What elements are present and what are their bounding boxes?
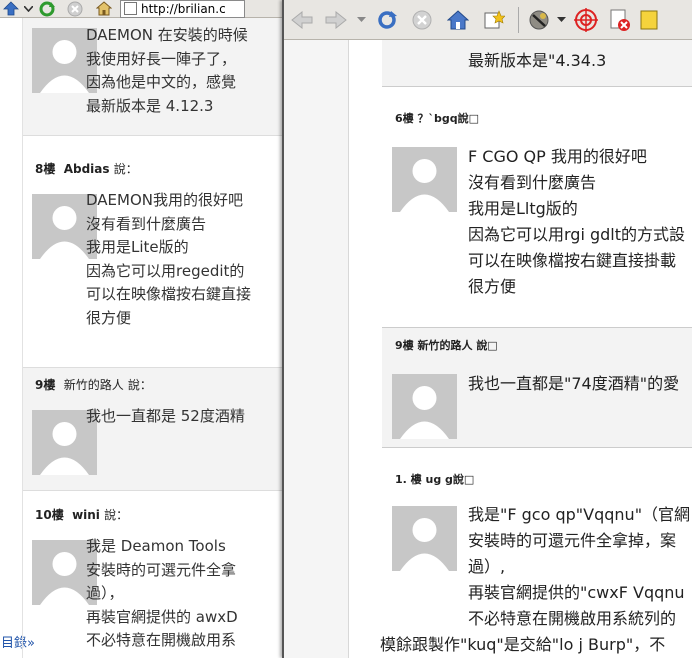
comment-line: 我用是Lltg版的 (468, 199, 578, 218)
says-label: 說： (127, 378, 152, 392)
home-icon[interactable] (440, 0, 476, 39)
comment-author[interactable]: 9樓 新竹的路人 說□ (382, 337, 692, 353)
chevron-down-icon[interactable] (352, 0, 370, 39)
comment-line: 過）, (468, 557, 506, 576)
tools-icon[interactable] (525, 0, 553, 39)
comment-text: 模餘跟製作"kuq"是交給"lo j Burp"，不 (380, 635, 666, 654)
comment-author[interactable]: wini (72, 508, 100, 522)
says-label: 說： (104, 508, 129, 522)
avatar (392, 147, 457, 212)
comment-line: 不必特意在開機啟用系 (86, 631, 237, 649)
floor-number: 10樓 (35, 508, 64, 522)
comment-text: DAEMON我用的很好吧 沒有看到什麼廣告 我用是Lite版的 因為它可以用re… (86, 189, 251, 330)
page-gutter (284, 40, 349, 658)
comment-author[interactable]: 新竹的路人 (64, 378, 124, 392)
comment-line: 再裝官網提供的"cwxF Vqqnu (468, 583, 685, 602)
comment-line: 最新版本是 4.12.3 (86, 96, 214, 115)
comment-text: 我也一直都是"74度酒精"的愛 (468, 371, 679, 397)
comment-line: F CGO QP 我用的很好吧 (468, 147, 647, 166)
avatar (392, 374, 457, 439)
comment-line: 因為它可以用rgi gdlt的方式設 (468, 225, 686, 244)
right-toolbar (284, 0, 692, 40)
comment-line: DAEMON 在安裝的時候 (86, 26, 248, 44)
comment-line: 很方便 (468, 277, 517, 296)
comment-line: 因為他是中文的，感覺 (86, 73, 237, 91)
comment-text: 我是"F gco qp"Vqqnu"（官網 安裝時的可還元件全拿掉，案 過）, … (468, 502, 690, 632)
comment-header: 9樓 新竹的路人 說□ (382, 337, 692, 353)
toolbar-separator (518, 6, 519, 33)
comment-line: 我是 Deamon Tools (86, 537, 226, 555)
comment-line: 我用是Lite版的 (86, 238, 189, 256)
comment-header: 1. 樓 ug g說□ (382, 471, 692, 487)
target-icon[interactable] (569, 0, 603, 39)
left-page-content: DAEMON 在安裝的時候 我使用好長一陣子了， 因為他是中文的，感覺 最新版本… (0, 18, 282, 658)
comment-line: 可以在映像檔按右鍵直接掛載 (468, 251, 677, 270)
reload-icon[interactable] (370, 0, 404, 39)
forward-arrow-icon[interactable] (320, 0, 352, 39)
comment-line: 沒有看到什麼廣告 (86, 214, 207, 233)
comment-header: 8樓 Abdias 說： (22, 160, 282, 177)
comment-line: 可以在映像檔按右鍵直接 (86, 285, 252, 303)
comment-line: 很方便 (86, 308, 132, 327)
back-arrow-icon[interactable] (284, 0, 320, 39)
comment-line: 我是"F gco qp"Vqqnu"（官網 (468, 505, 691, 524)
comment-text: 我也一直都是 52度酒精 (86, 405, 245, 429)
comment-text: F CGO QP 我用的很好吧 沒有看到什麼廣告 我用是Lltg版的 因為它可以… (468, 144, 685, 300)
comment-line: 沒有看到什麼廣告 (468, 173, 597, 192)
cancel-page-icon[interactable] (603, 0, 637, 39)
comment-line: 過）， (86, 584, 124, 602)
reload-icon[interactable] (34, 0, 60, 17)
extension-icon[interactable] (637, 0, 661, 39)
page-favicon-icon (124, 2, 137, 15)
avatar (392, 506, 457, 571)
comment-header: 10樓 wini 說： (22, 506, 282, 523)
stop-icon[interactable] (60, 0, 90, 17)
comment-header: 9樓 新竹的路人 說： (22, 376, 282, 393)
floor-number: 9樓 (35, 378, 56, 392)
floor-number: 8樓 (35, 162, 56, 176)
comment-line: 我也一直都是 52度酒精 (86, 407, 245, 425)
comment-header: 6樓 ？`bgq說□ (382, 110, 692, 126)
comment-line: 不必特意在開機啟用系統列的 (468, 609, 677, 628)
divider (22, 135, 282, 136)
comment-text: DAEMON 在安裝的時候 我使用好長一陣子了， 因為他是中文的，感覺 最新版本… (86, 24, 248, 118)
comment-author[interactable]: Abdias (64, 162, 110, 176)
right-page-content: 最新版本是"4.34.3 6樓 ？`bgq說□ F CGO QP 我用的很好吧 … (284, 40, 692, 658)
bookmark-star-icon[interactable] (476, 0, 512, 39)
stop-icon[interactable] (404, 0, 440, 39)
toc-link[interactable]: 目錄» (1, 632, 35, 651)
comment-line: 再裝官網提供的 awxD (86, 607, 238, 626)
comment-text: 我是 Deamon Tools 安裝時的可選元件全拿 過）， 再裝官網提供的 a… (86, 535, 238, 653)
comment-line: 安裝時的可還元件全拿掉，案 (468, 531, 677, 550)
comment-text: 最新版本是"4.34.3 (468, 51, 607, 70)
comment-line: 因為它可以用regedit的 (86, 261, 245, 280)
comment-line: 我使用好長一陣子了， (86, 49, 237, 68)
chevron-down-icon[interactable] (553, 0, 569, 39)
chevron-down-icon[interactable] (22, 0, 34, 17)
up-arrow-icon[interactable] (0, 0, 22, 17)
left-url-text: http://brilian.c (141, 1, 226, 16)
left-browser-window: http://brilian.c DAEMON 在安裝的時候 我使用好長一陣子了… (0, 0, 282, 658)
comment-author[interactable]: 1. 樓 ug g說□ (382, 471, 692, 487)
home-icon[interactable] (90, 0, 118, 17)
comment-line: DAEMON我用的很好吧 (86, 191, 243, 209)
says-label: 說： (113, 162, 138, 176)
comment-line: 我也一直都是"74度酒精"的愛 (468, 374, 680, 393)
comment-author[interactable]: 6樓 ？`bgq說□ (382, 110, 692, 126)
comment-line: 安裝時的可選元件全拿 (86, 560, 237, 579)
left-page-edge (22, 18, 23, 658)
left-url-field[interactable]: http://brilian.c (120, 0, 245, 18)
right-browser-window: 最新版本是"4.34.3 6樓 ？`bgq說□ F CGO QP 我用的很好吧 … (282, 0, 692, 658)
left-toolbar: http://brilian.c (0, 0, 282, 18)
page-edge (348, 40, 349, 658)
